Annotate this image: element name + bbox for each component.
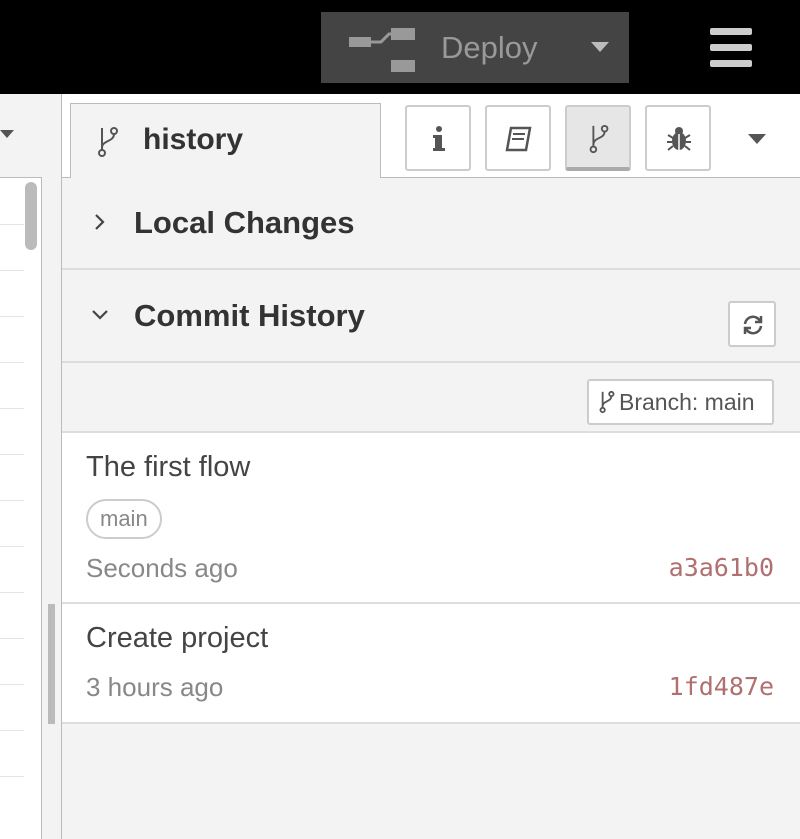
history-tab-button[interactable] [565, 105, 631, 171]
grid-line [0, 638, 24, 639]
sidebar: history Local Changes Commit History Bra… [62, 94, 800, 839]
git-branch-icon [98, 127, 118, 157]
deploy-button[interactable]: Deploy [321, 12, 629, 83]
commit-sha[interactable]: a3a61b0 [669, 553, 774, 582]
commit-message: The first flow [86, 451, 251, 483]
grid-line [0, 776, 24, 777]
grid-line [0, 500, 24, 501]
workspace-edge [0, 94, 42, 839]
git-branch-icon [589, 124, 609, 154]
main-menu-button[interactable] [702, 26, 754, 70]
hamburger-menu-bar [710, 60, 752, 67]
chevron-down-icon[interactable] [0, 130, 14, 138]
book-icon [505, 126, 532, 152]
deploy-flow-icon [349, 28, 415, 72]
branch-label: Branch: main [619, 388, 755, 415]
grid-line [0, 730, 24, 731]
top-header: Deploy [0, 0, 800, 94]
sidebar-splitter[interactable] [42, 94, 62, 839]
local-changes-header[interactable]: Local Changes [62, 178, 800, 270]
grid-line [0, 270, 24, 271]
help-tab-button[interactable] [485, 105, 551, 171]
branch-select-button[interactable]: Branch: main [587, 379, 774, 425]
chevron-right-icon [95, 214, 105, 230]
grid-line [0, 684, 24, 685]
commit-history-header[interactable]: Commit History [62, 271, 800, 363]
chevron-down-icon[interactable] [591, 42, 609, 52]
splitter-handle[interactable] [48, 604, 55, 724]
commit-history-title: Commit History [134, 298, 365, 333]
local-changes-title: Local Changes [134, 205, 355, 240]
workspace-scrollbar[interactable] [25, 182, 37, 250]
refresh-button[interactable] [728, 301, 776, 347]
commit-message: Create project [86, 622, 269, 654]
tab-history-label: history [143, 123, 244, 156]
commit-sha[interactable]: 1fd487e [669, 672, 774, 701]
grid-line [0, 408, 24, 409]
commit-time: 3 hours ago [86, 672, 224, 702]
sidebar-tabbar: history [62, 94, 800, 179]
info-tab-button[interactable] [405, 105, 471, 171]
branch-tag-badge: main [86, 499, 162, 539]
git-branch-icon [599, 390, 615, 414]
commit-item[interactable]: Create project 3 hours ago 1fd487e [62, 604, 800, 724]
workspace-tab-strip [0, 94, 42, 178]
grid-line [0, 362, 24, 363]
refresh-icon [743, 315, 763, 335]
hamburger-menu-bar [710, 44, 752, 51]
info-icon [433, 126, 445, 151]
grid-line [0, 546, 24, 547]
grid-line [0, 224, 24, 225]
branch-row: Branch: main [62, 365, 800, 433]
tab-overflow-chevron-icon[interactable] [748, 134, 766, 144]
hamburger-menu-icon [710, 28, 752, 35]
grid-line [0, 316, 24, 317]
commit-time: Seconds ago [86, 553, 238, 583]
grid-line [0, 592, 24, 593]
grid-line [0, 454, 24, 455]
chevron-down-icon [92, 310, 108, 320]
tab-history[interactable]: history [70, 103, 381, 179]
commit-item[interactable]: The first flow main Seconds ago a3a61b0 [62, 433, 800, 604]
deploy-label: Deploy [441, 30, 538, 65]
bug-icon [667, 127, 691, 151]
debug-tab-button[interactable] [645, 105, 711, 171]
